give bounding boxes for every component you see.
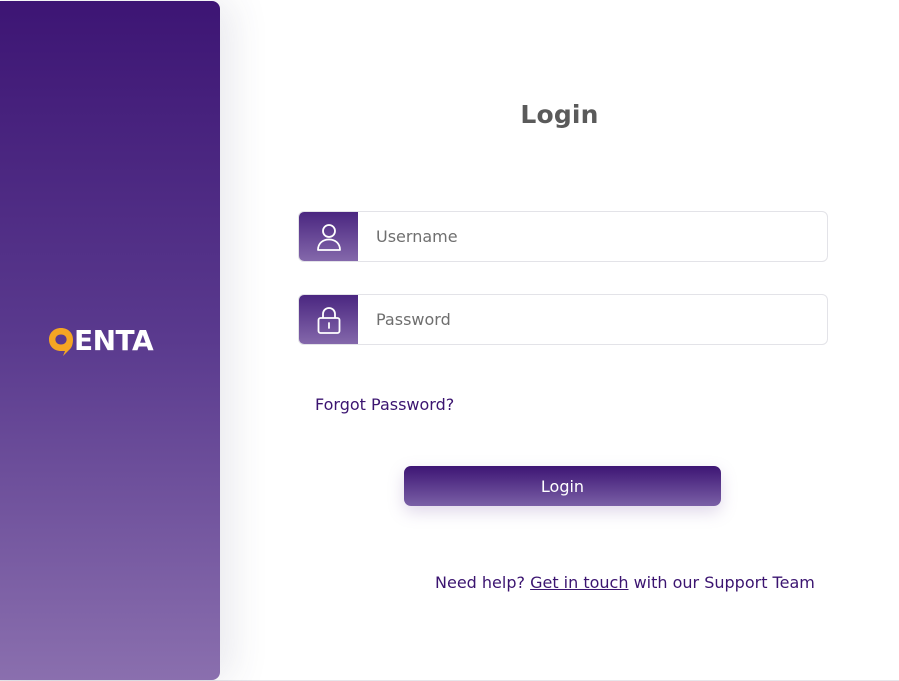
lock-icon xyxy=(317,306,340,334)
help-prefix: Need help? xyxy=(435,573,525,592)
forgot-password-link[interactable]: Forgot Password? xyxy=(315,395,454,414)
page-title: Login xyxy=(520,100,599,129)
login-page: ENTA Login Forgot Passwo xyxy=(0,0,899,681)
help-text: Need help? Get in touch with our Support… xyxy=(435,573,815,592)
username-icon-box xyxy=(299,212,358,261)
get-in-touch-link[interactable]: Get in touch xyxy=(530,573,628,592)
help-suffix: with our Support Team xyxy=(633,573,815,592)
username-input[interactable] xyxy=(358,212,827,261)
password-field xyxy=(298,294,828,345)
login-button[interactable]: Login xyxy=(404,466,721,506)
logo-q-mark-icon xyxy=(49,328,73,356)
username-field xyxy=(298,211,828,262)
user-icon xyxy=(316,223,341,251)
qenta-logo: ENTA xyxy=(47,324,154,357)
password-input[interactable] xyxy=(358,295,827,344)
brand-panel: ENTA xyxy=(0,1,220,680)
password-icon-box xyxy=(299,295,358,344)
login-form-area: Login Forgot Password? Login xyxy=(220,0,899,680)
logo-wordmark: ENTA xyxy=(74,324,154,357)
